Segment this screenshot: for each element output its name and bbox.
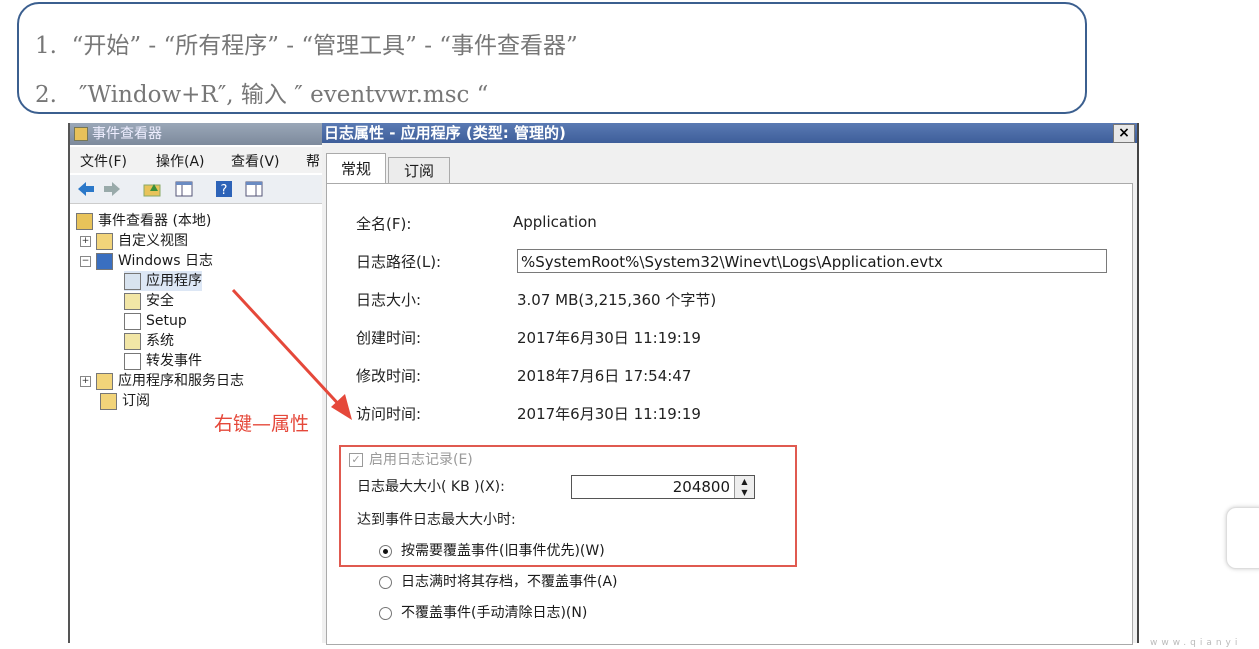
log-properties-dialog: 日志属性 - 应用程序 (类型: 管理的) × 常规 订阅 全名(F): App… — [322, 123, 1139, 645]
radio-archive[interactable]: 日志满时将其存档，不覆盖事件(A) — [379, 571, 618, 591]
tree-item-application[interactable]: 应用程序 — [124, 271, 202, 291]
accessed-label: 访问时间: — [356, 405, 422, 423]
event-viewer-window: 事件查看器 文件(F) 操作(A) 查看(V) 帮 ? 事件查看器 (本地) +… — [68, 123, 324, 643]
on-max-size-label: 达到事件日志最大大小时: — [357, 512, 516, 528]
dialog-title: 日志属性 - 应用程序 (类型: 管理的) — [324, 124, 566, 142]
radio-unselected-icon — [379, 575, 392, 589]
spin-down-icon[interactable]: ▼ — [735, 487, 754, 498]
tree-label: 转发事件 — [146, 353, 202, 369]
tree-label: Windows 日志 — [118, 253, 213, 269]
log-icon — [124, 332, 141, 350]
menu-file[interactable]: 文件(F) — [80, 151, 127, 171]
tree-label: 应用程序和服务日志 — [118, 373, 244, 389]
tree-label: 事件查看器 (本地) — [98, 213, 212, 229]
annotation-right-click-properties: 右键—属性 — [214, 413, 310, 435]
max-size-value: 204800 — [672, 478, 730, 496]
tab-general[interactable]: 常规 — [326, 153, 386, 183]
spinner-buttons[interactable]: ▲ ▼ — [734, 476, 754, 498]
full-name-label: 全名(F): — [356, 215, 412, 233]
tab-subscriptions[interactable]: 订阅 — [388, 157, 450, 183]
spin-up-icon[interactable]: ▲ — [735, 476, 754, 487]
radio-selected-icon — [379, 544, 392, 558]
tree-label: Setup — [146, 313, 187, 329]
collapse-minus-icon[interactable]: − — [80, 255, 91, 267]
max-size-spinner[interactable]: 204800 ▲ ▼ — [571, 475, 755, 499]
tree-item-forwarded[interactable]: 转发事件 — [124, 351, 202, 371]
tree-label: 系统 — [146, 333, 174, 349]
menu-help[interactable]: 帮 — [306, 151, 320, 171]
back-arrow-icon[interactable] — [76, 179, 96, 199]
tree-label: 应用程序 — [146, 273, 202, 289]
event-viewer-node-icon — [76, 212, 93, 230]
tree-item-custom-views[interactable]: + 自定义视图 — [80, 231, 188, 251]
folder-icon — [96, 232, 113, 250]
checkbox-label: 启用日志记录(E) — [369, 452, 473, 468]
svg-text:?: ? — [221, 183, 228, 198]
subscription-icon — [100, 392, 117, 410]
close-button[interactable]: × — [1113, 124, 1135, 143]
log-icon — [124, 352, 141, 370]
log-path-label: 日志路径(L): — [356, 253, 442, 271]
modified-value: 2018年7月6日 17:54:47 — [517, 367, 692, 385]
log-size-label: 日志大小: — [356, 291, 422, 309]
instruction-step-1: 1. “开始” - “所有程序” - “管理工具” - “事件查看器” — [35, 33, 578, 59]
radio-label: 日志满时将其存档，不覆盖事件(A) — [401, 574, 618, 590]
log-icon — [124, 312, 141, 330]
help-icon[interactable]: ? — [214, 179, 234, 199]
radio-unselected-icon — [379, 606, 392, 620]
tree-label: 订阅 — [122, 393, 150, 409]
event-viewer-app-icon — [74, 127, 88, 141]
tree-label: 自定义视图 — [118, 233, 188, 249]
general-tab-panel: 全名(F): Application 日志路径(L): %SystemRoot%… — [326, 183, 1133, 645]
menu-bar: 文件(F) 操作(A) 查看(V) 帮 — [70, 147, 324, 173]
up-folder-icon[interactable] — [142, 179, 162, 199]
created-value: 2017年6月30日 11:19:19 — [517, 329, 701, 347]
tree-item-windows-logs[interactable]: − Windows 日志 — [80, 251, 213, 271]
event-viewer-title: 事件查看器 — [92, 126, 162, 142]
expand-plus-icon[interactable]: + — [80, 375, 91, 387]
radio-label: 按需要覆盖事件(旧事件优先)(W) — [401, 543, 605, 559]
enable-logging-checkbox[interactable]: ✓ 启用日志记录(E) — [349, 449, 473, 469]
forward-arrow-icon[interactable] — [102, 179, 122, 199]
expand-plus-icon[interactable]: + — [80, 235, 91, 247]
properties-pane-icon[interactable] — [244, 179, 264, 199]
checkbox-checked-icon: ✓ — [349, 453, 363, 467]
accessed-value: 2017年6月30日 11:19:19 — [517, 405, 701, 423]
side-float-button[interactable] — [1226, 507, 1259, 569]
toolbar: ? — [70, 175, 324, 204]
tree-item-security[interactable]: 安全 — [124, 291, 174, 311]
tree-item-root[interactable]: 事件查看器 (本地) — [76, 211, 211, 231]
event-viewer-titlebar: 事件查看器 — [70, 123, 324, 145]
log-icon — [124, 272, 141, 290]
instruction-step-2: 2. ″Window+R″, 输入 ″ eventvwr.msc “ — [35, 82, 489, 108]
radio-label: 不覆盖事件(手动清除日志)(N) — [401, 605, 588, 621]
dialog-titlebar: 日志属性 - 应用程序 (类型: 管理的) × — [322, 123, 1137, 143]
log-path-field[interactable]: %SystemRoot%\System32\Winevt\Logs\Applic… — [517, 249, 1107, 273]
max-size-label: 日志最大大小( KB )(X): — [357, 479, 505, 495]
radio-manual[interactable]: 不覆盖事件(手动清除日志)(N) — [379, 602, 587, 622]
full-name-value: Application — [513, 213, 597, 231]
tree-item-system[interactable]: 系统 — [124, 331, 174, 351]
tree-item-setup[interactable]: Setup — [124, 311, 187, 331]
watermark: www.qianyi — [1150, 638, 1242, 648]
folder-icon — [96, 372, 113, 390]
instruction-box: 1. “开始” - “所有程序” - “管理工具” - “事件查看器” 2. ″… — [17, 2, 1087, 114]
created-label: 创建时间: — [356, 329, 422, 347]
windows-logs-icon — [96, 252, 113, 270]
modified-label: 修改时间: — [356, 367, 422, 385]
menu-action[interactable]: 操作(A) — [156, 151, 205, 171]
radio-overwrite[interactable]: 按需要覆盖事件(旧事件优先)(W) — [379, 540, 605, 560]
menu-view[interactable]: 查看(V) — [231, 151, 280, 171]
tree-label: 安全 — [146, 293, 174, 309]
tree-item-app-service-logs[interactable]: + 应用程序和服务日志 — [80, 371, 244, 391]
log-icon — [124, 292, 141, 310]
show-hide-tree-icon[interactable] — [174, 179, 194, 199]
tree-item-subscriptions[interactable]: 订阅 — [100, 391, 150, 411]
log-size-value: 3.07 MB(3,215,360 个字节) — [517, 291, 717, 309]
